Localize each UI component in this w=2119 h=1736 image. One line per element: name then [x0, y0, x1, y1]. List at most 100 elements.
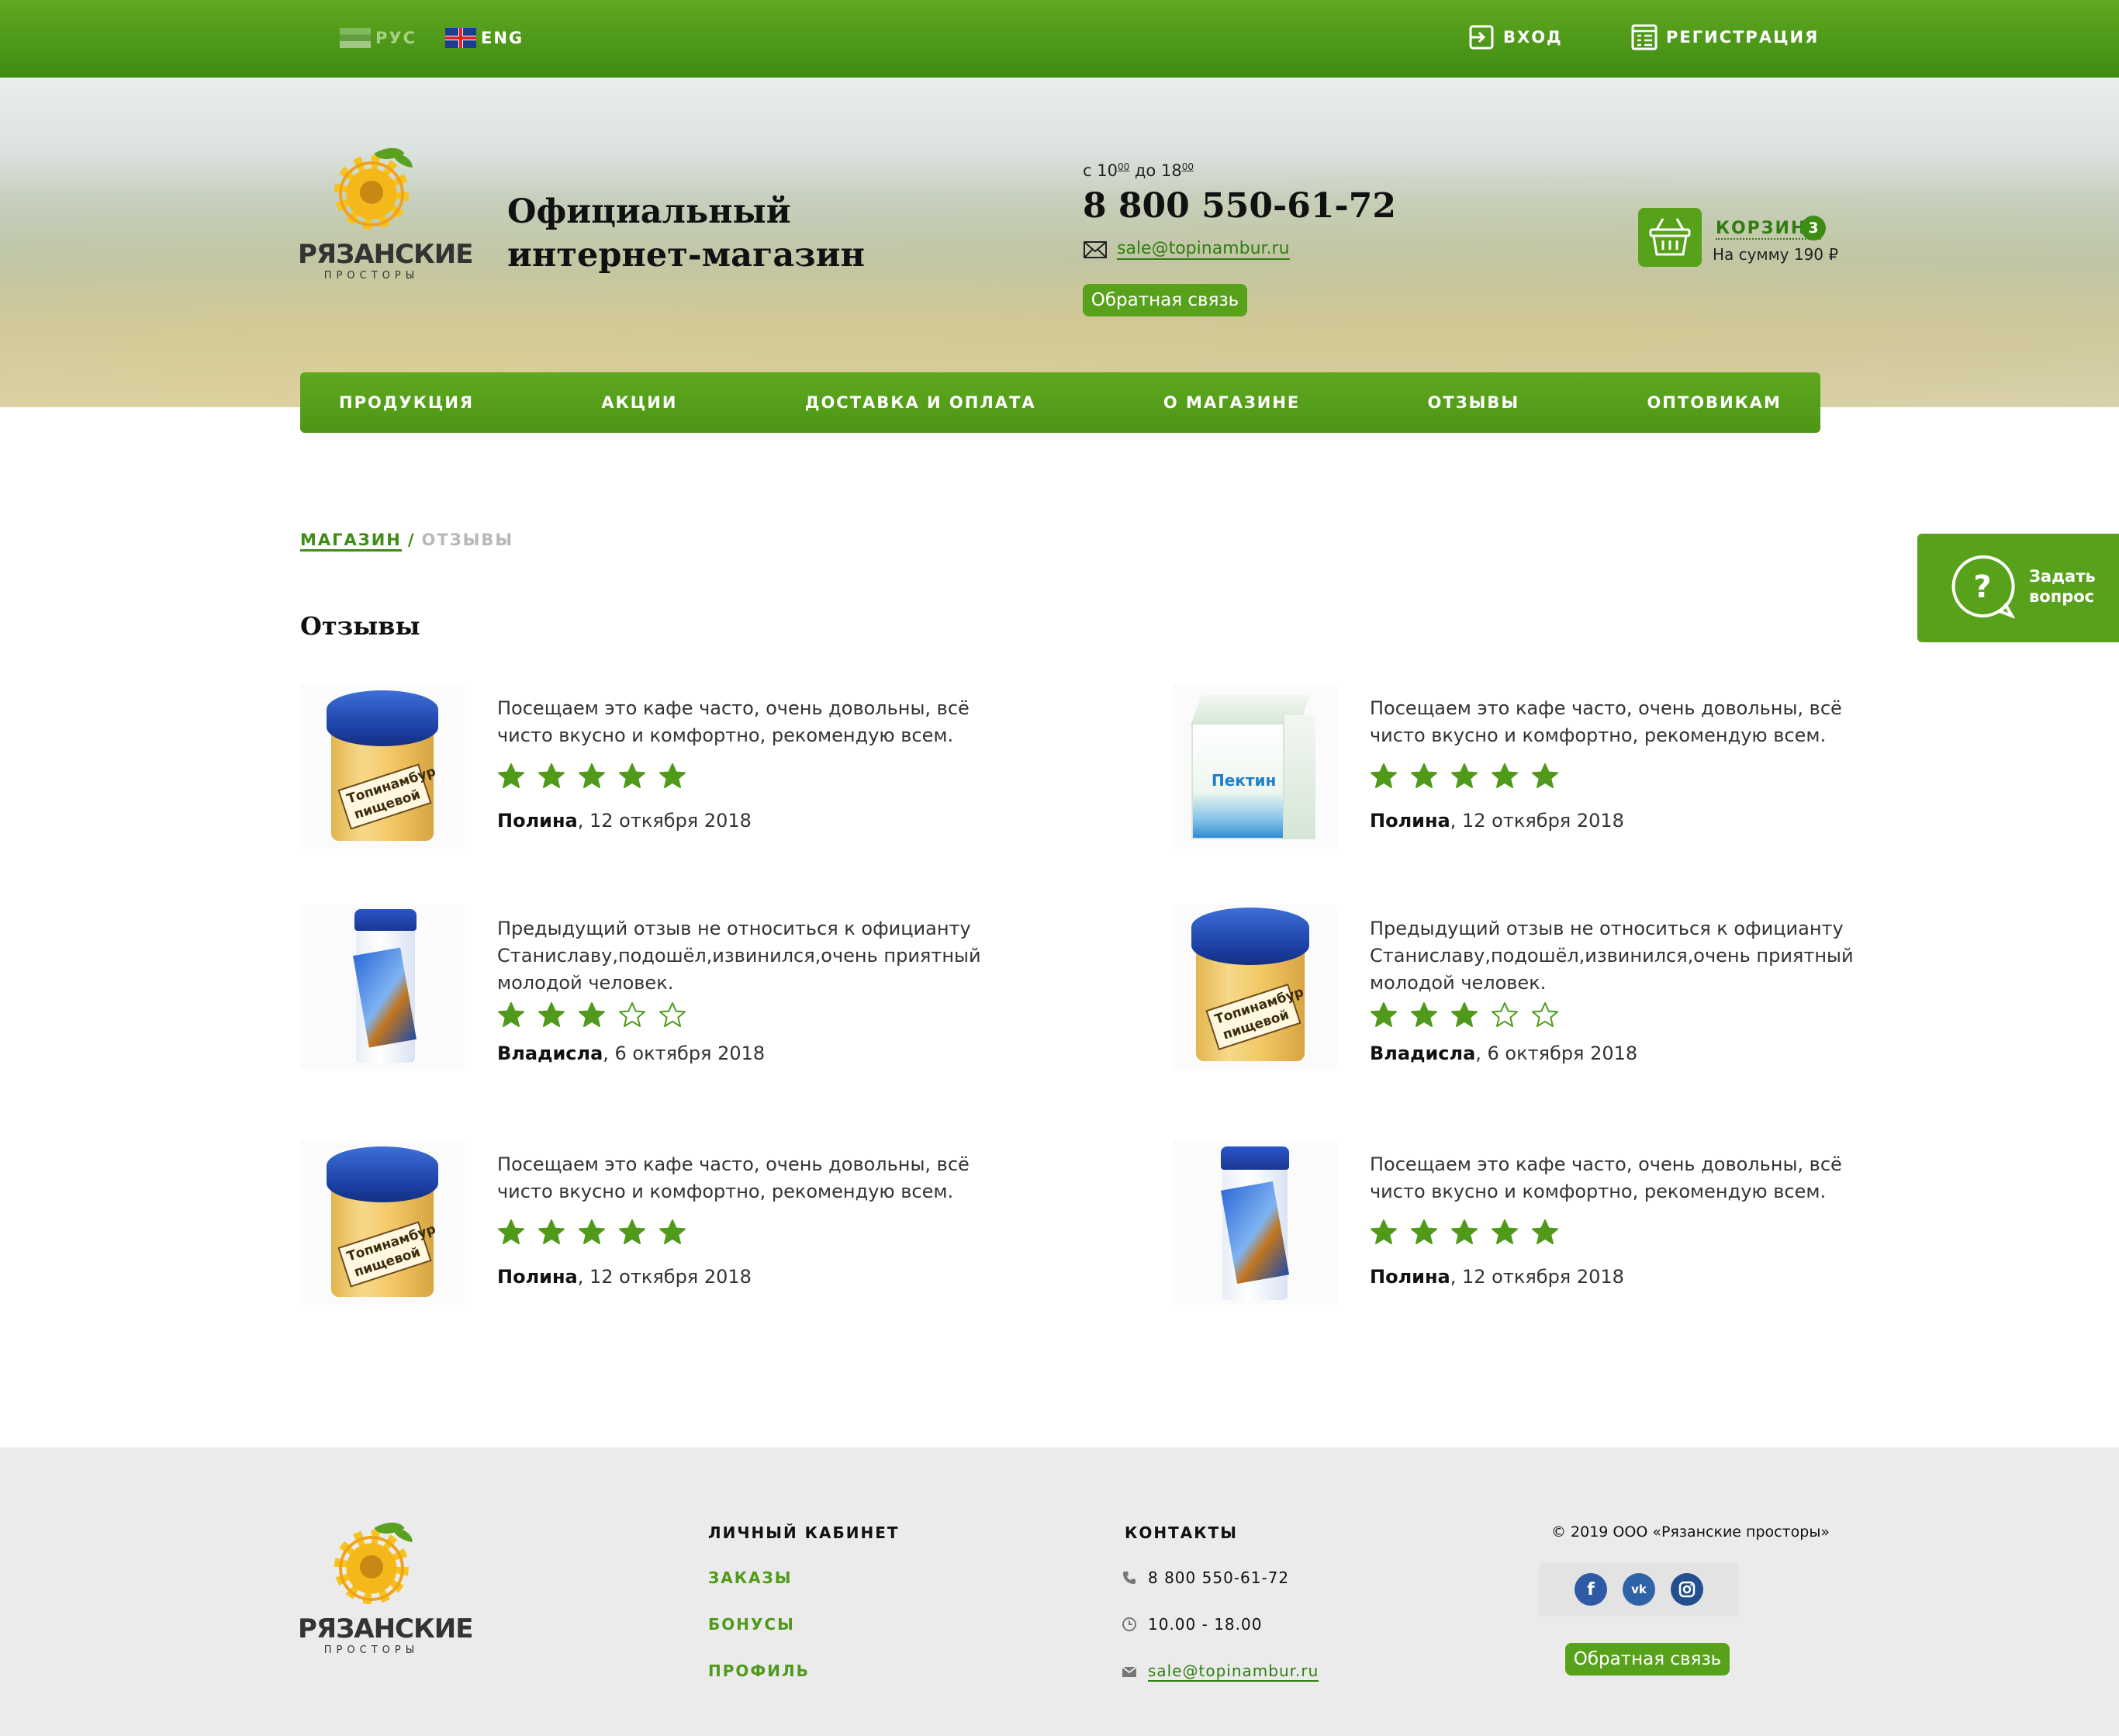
nav-item-delivery-payment[interactable]: ДОСТАВКА И ОПЛАТА	[805, 393, 1036, 412]
footer-feedback-button[interactable]: Обратная связь	[1565, 1643, 1730, 1675]
star-filled-icon	[619, 763, 645, 788]
nav-item-products[interactable]: ПРОДУКЦИЯ	[339, 393, 474, 412]
svg-text:?: ?	[1973, 569, 1991, 605]
vk-icon[interactable]: vk	[1623, 1573, 1655, 1606]
review-card: Предыдущий отзыв не относиться к официан…	[300, 904, 998, 1091]
star-empty-icon	[1532, 1002, 1558, 1027]
product-image[interactable]: Топинамбур пищевой	[300, 1140, 465, 1305]
rating-stars	[497, 1218, 686, 1246]
register-form-icon	[1631, 24, 1658, 50]
uk-flag-icon	[445, 28, 476, 48]
star-filled-icon	[498, 1002, 524, 1027]
review-card: Топинамбур пищевой Посещаем это кафе час…	[300, 1140, 998, 1326]
footer-link-bonuses[interactable]: БОНУСЫ	[708, 1615, 795, 1634]
cart-count-badge: 3	[1801, 216, 1826, 240]
review-card: Топинамбур пищевой Предыдущий отзыв не о…	[1173, 904, 1871, 1091]
nav-item-promotions[interactable]: АКЦИИ	[601, 393, 677, 412]
star-filled-icon	[579, 1219, 605, 1244]
ask-question-button[interactable]: ? Задать вопрос	[1917, 534, 2119, 642]
lang-en[interactable]: ENG	[445, 28, 524, 48]
logo-subname: ПРОСТОРЫ	[323, 1644, 420, 1656]
sunflower-logo-icon	[325, 1513, 418, 1613]
review-card: Посещаем это кафе часто, очень довольны,…	[1173, 1140, 1871, 1326]
review-text: Предыдущий отзыв не относиться к официан…	[497, 918, 981, 994]
review-card: Топинамбур пищевой Посещаем это кафе час…	[300, 684, 998, 870]
rating-stars	[1370, 1001, 1559, 1029]
star-filled-icon	[1371, 1002, 1397, 1027]
product-image[interactable]: Топинамбур пищевой	[300, 684, 465, 849]
footer-email-link[interactable]: sale@topinambur.ru	[1122, 1662, 1319, 1682]
lang-ru-label: РУС	[375, 29, 417, 47]
star-filled-icon	[579, 763, 605, 788]
review-text: Посещаем это кафе часто, очень довольны,…	[1370, 697, 1842, 746]
star-filled-icon	[659, 1219, 686, 1244]
product-image[interactable]: Топинамбур пищевой	[1173, 904, 1337, 1069]
nav-item-reviews[interactable]: ОТЗЫВЫ	[1428, 393, 1520, 412]
star-empty-icon	[659, 1002, 686, 1027]
header-feedback-button[interactable]: Обратная связь	[1083, 284, 1247, 316]
review-meta: Владисла, 6 октября 2018	[497, 1043, 766, 1064]
logo-name: РЯЗАНСКИЕ	[298, 239, 473, 270]
footer-logo[interactable]: РЯЗАНСКИЕ ПРОСТОРЫ	[298, 1513, 473, 1656]
star-filled-icon	[538, 763, 565, 788]
lang-ru[interactable]: РУС	[340, 28, 417, 48]
login-link[interactable]: ВХОД	[1467, 23, 1563, 51]
star-filled-icon	[1492, 1219, 1518, 1244]
rating-stars	[1370, 1218, 1559, 1246]
lang-en-label: ENG	[481, 29, 524, 47]
review-text: Посещаем это кафе часто, очень довольны,…	[497, 697, 970, 746]
footer-contacts-title: КОНТАКТЫ	[1125, 1523, 1238, 1542]
breadcrumb: МАГАЗИН / ОТЗЫВЫ	[300, 531, 513, 552]
review-card: Пектин Посещаем это кафе часто, очень до…	[1173, 684, 1871, 870]
review-meta: Полина, 12 откября 2018	[1370, 1266, 1624, 1288]
main-nav: ПРОДУКЦИЯ АКЦИИ ДОСТАВКА И ОПЛАТА О МАГА…	[300, 372, 1820, 433]
breadcrumb-shop-link[interactable]: МАГАЗИН	[300, 531, 402, 552]
russia-flag-icon	[340, 28, 371, 48]
envelope-icon	[1084, 240, 1107, 258]
copyright: © 2019 ООО «Рязанские просторы»	[1551, 1523, 1830, 1541]
login-label: ВХОД	[1503, 28, 1563, 47]
star-filled-icon	[498, 1219, 524, 1244]
cart-button[interactable]	[1638, 208, 1702, 267]
question-bubble-icon: ?	[1951, 555, 2015, 619]
logo[interactable]: РЯЗАНСКИЕ ПРОСТОРЫ	[298, 138, 473, 282]
facebook-icon[interactable]: f	[1575, 1573, 1607, 1606]
footer-link-orders[interactable]: ЗАКАЗЫ	[708, 1568, 792, 1587]
star-filled-icon	[1532, 763, 1558, 788]
review-meta: Владисла, 6 октября 2018	[1370, 1043, 1638, 1064]
envelope-icon	[1122, 1666, 1137, 1677]
product-image[interactable]	[300, 904, 465, 1069]
star-filled-icon	[498, 763, 524, 788]
product-image[interactable]: Пектин	[1173, 684, 1337, 849]
star-filled-icon	[1532, 1219, 1558, 1244]
star-filled-icon	[1371, 763, 1397, 788]
review-text: Посещаем это кафе часто, очень довольны,…	[1370, 1153, 1842, 1202]
nav-item-wholesale[interactable]: ОПТОВИКАМ	[1647, 393, 1782, 412]
phone-icon	[1123, 1572, 1136, 1584]
cart-sum: На сумму 190 ₽	[1713, 245, 1839, 264]
star-filled-icon	[1451, 763, 1478, 788]
product-image[interactable]	[1173, 1140, 1337, 1305]
nav-item-about[interactable]: О МАГАЗИНЕ	[1163, 393, 1300, 412]
store-tagline: Официальный интернет-магазин	[507, 192, 865, 275]
register-link[interactable]: РЕГИСТРАЦИЯ	[1630, 23, 1819, 51]
review-meta: Полина, 12 откября 2018	[497, 810, 752, 832]
star-filled-icon	[1371, 1219, 1397, 1244]
star-filled-icon	[1411, 763, 1437, 788]
basket-icon	[1649, 218, 1691, 256]
footer-phone[interactable]: 8 800 550-61-72	[1122, 1568, 1289, 1587]
star-filled-icon	[1492, 763, 1518, 788]
footer-link-profile[interactable]: ПРОФИЛЬ	[708, 1662, 810, 1680]
star-filled-icon	[619, 1219, 645, 1244]
star-filled-icon	[1411, 1002, 1437, 1027]
clock-icon	[1122, 1617, 1136, 1631]
header-email-link[interactable]: sale@topinambur.ru	[1083, 239, 1290, 260]
review-meta: Полина, 12 откября 2018	[497, 1266, 752, 1288]
star-filled-icon	[1411, 1219, 1437, 1244]
page-title: Отзывы	[300, 611, 420, 641]
header-phone[interactable]: 8 800 550-61-72	[1083, 186, 1396, 226]
rating-stars	[497, 762, 686, 790]
star-empty-icon	[619, 1002, 645, 1027]
instagram-icon[interactable]	[1671, 1573, 1703, 1606]
social-links: f vk	[1539, 1562, 1739, 1617]
